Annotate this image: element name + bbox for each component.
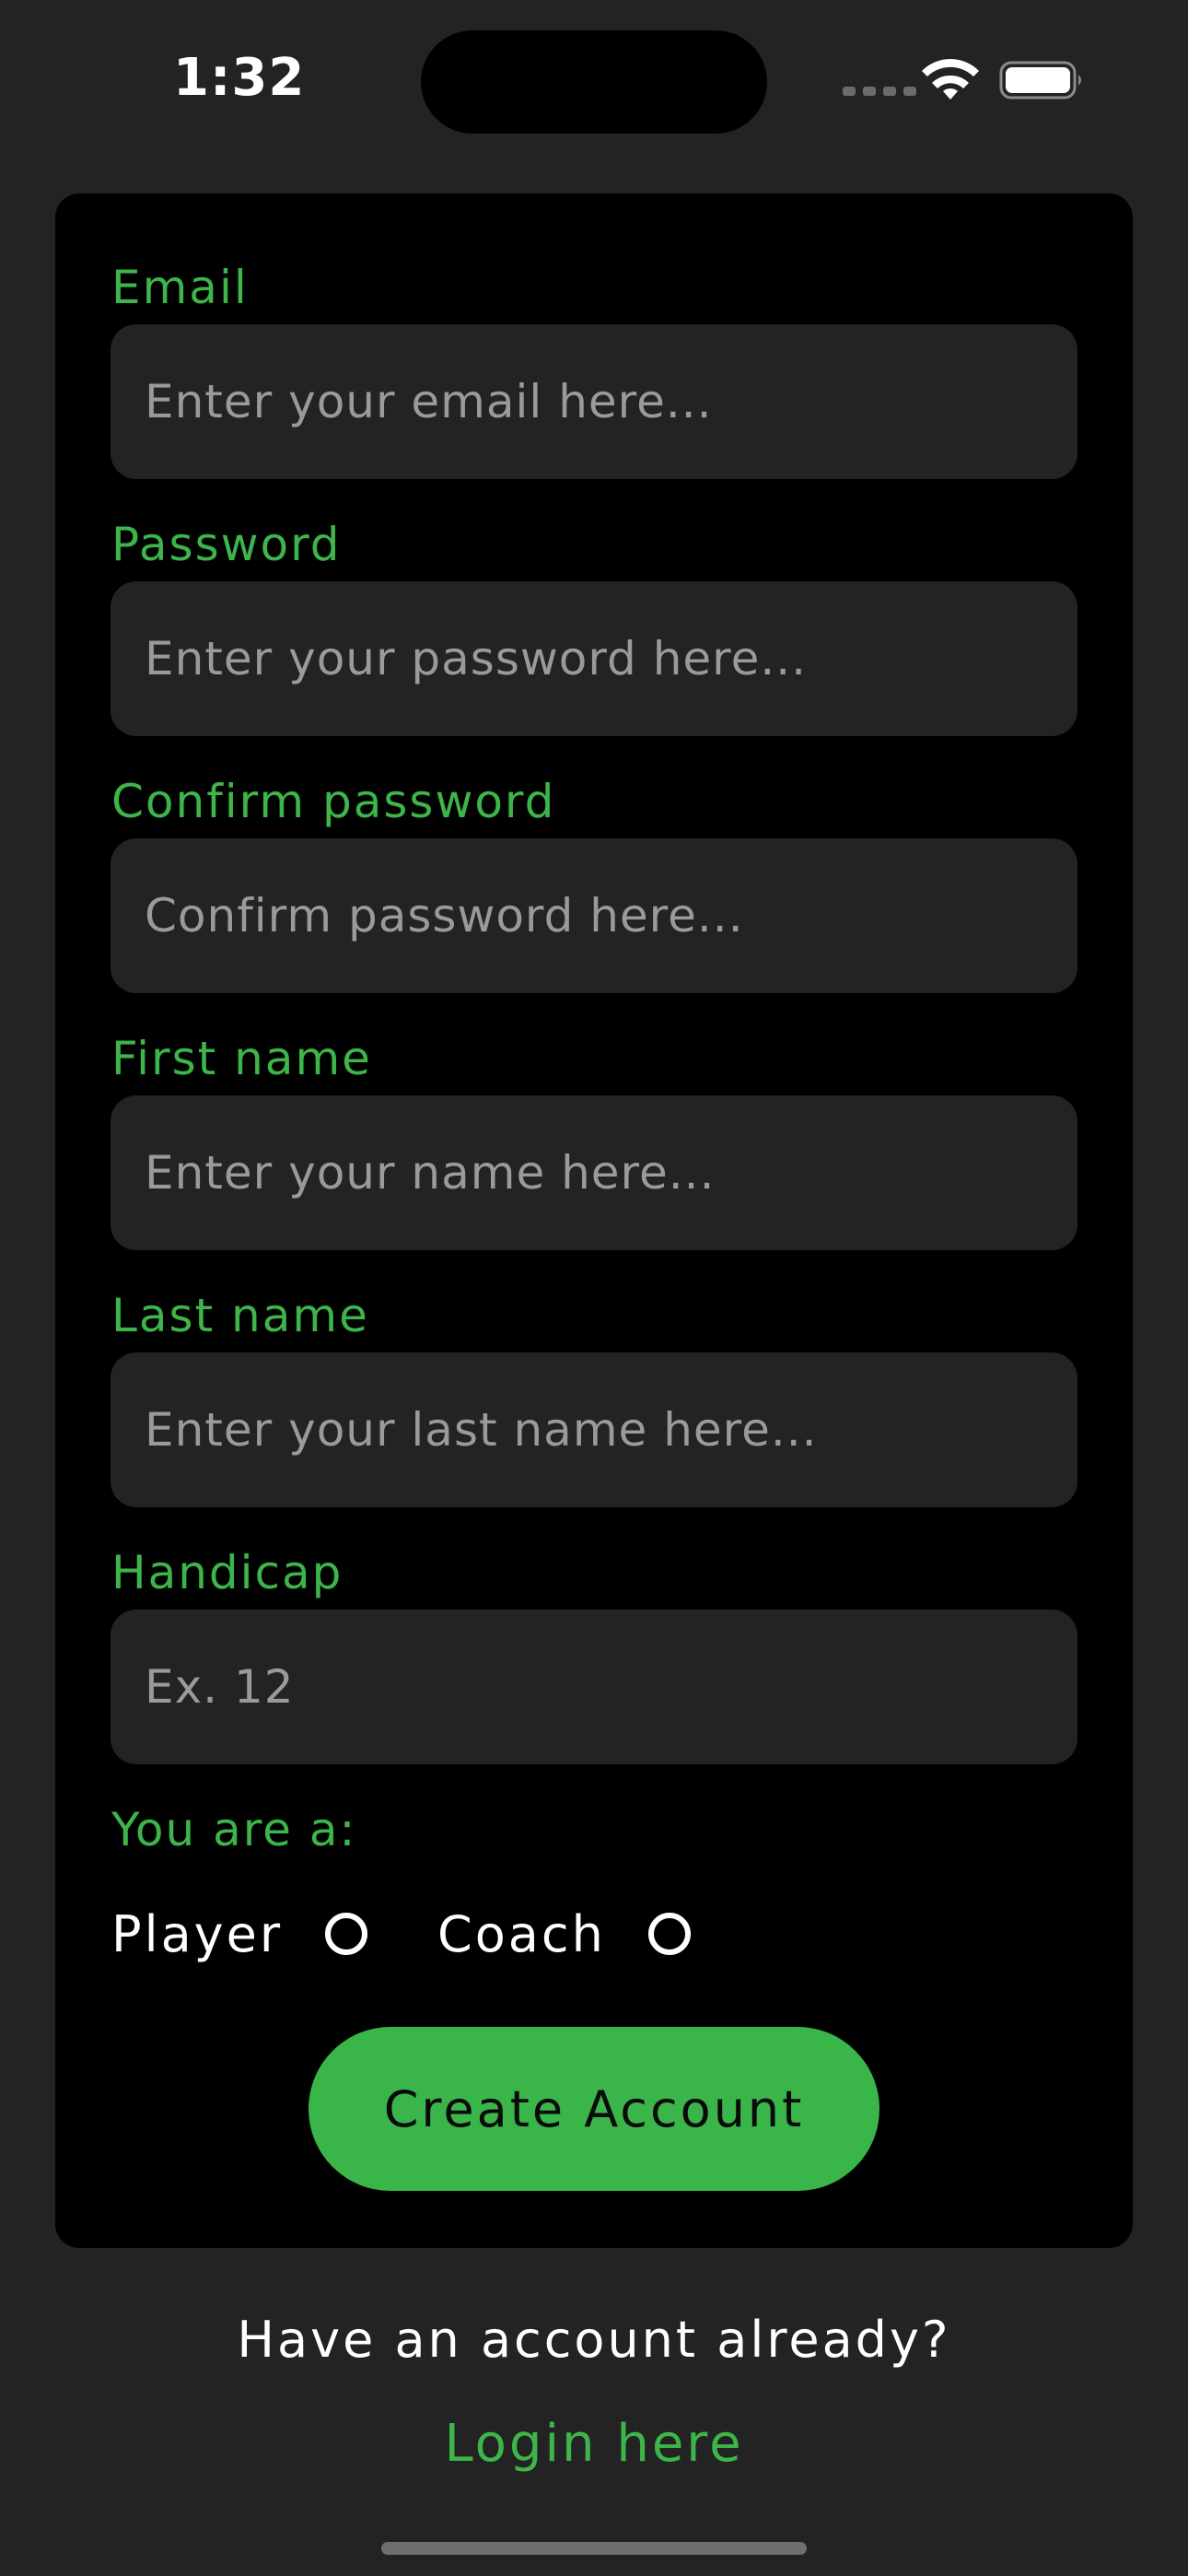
last-name-label: Last name bbox=[111, 1289, 369, 1342]
first-name-label: First name bbox=[111, 1032, 372, 1085]
role-radio-group: Player Coach bbox=[111, 1902, 691, 1966]
role-label: You are a: bbox=[111, 1803, 357, 1856]
email-label: Email bbox=[111, 261, 249, 314]
role-option-label: Player bbox=[111, 1904, 284, 1963]
first-name-field[interactable] bbox=[111, 1095, 1077, 1250]
password-label: Password bbox=[111, 518, 342, 571]
role-option-player[interactable]: Player bbox=[111, 1904, 368, 1963]
status-time: 1:32 bbox=[173, 48, 306, 108]
wifi-icon bbox=[922, 59, 979, 100]
handicap-label: Handicap bbox=[111, 1546, 344, 1599]
login-link[interactable]: Login here bbox=[0, 2414, 1188, 2474]
dynamic-island bbox=[421, 30, 767, 134]
last-name-field[interactable] bbox=[111, 1352, 1077, 1507]
role-option-coach[interactable]: Coach bbox=[437, 1905, 691, 1963]
home-indicator[interactable] bbox=[381, 2542, 807, 2555]
player-radio-button[interactable] bbox=[325, 1913, 368, 1955]
coach-radio-button[interactable] bbox=[647, 1913, 691, 1955]
email-field[interactable] bbox=[111, 324, 1077, 479]
have-account-prompt: Have an account already? bbox=[237, 2311, 951, 2369]
cellular-signal-icon bbox=[843, 87, 916, 96]
password-field[interactable] bbox=[111, 581, 1077, 736]
handicap-field[interactable] bbox=[111, 1610, 1077, 1764]
create-account-button[interactable]: Create Account bbox=[309, 2027, 879, 2191]
confirm-password-label: Confirm password bbox=[111, 775, 556, 828]
battery-icon bbox=[999, 61, 1081, 100]
role-option-label: Coach bbox=[437, 1904, 606, 1963]
confirm-password-field[interactable] bbox=[111, 838, 1077, 993]
